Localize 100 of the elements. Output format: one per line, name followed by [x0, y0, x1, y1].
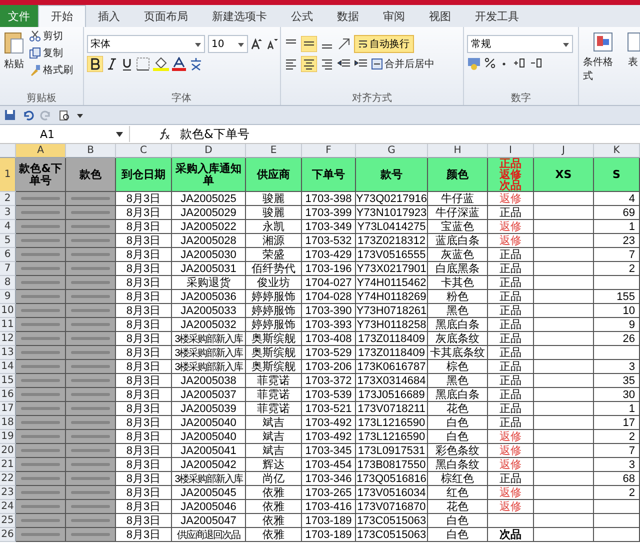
- ribbon-tab[interactable]: 开发工具: [463, 5, 531, 27]
- row-header[interactable]: 1: [0, 158, 16, 192]
- row-header[interactable]: 15: [0, 374, 16, 388]
- function-icon[interactable]: [158, 128, 170, 140]
- row-header[interactable]: 21: [0, 458, 16, 472]
- column-header[interactable]: C: [116, 144, 172, 158]
- number-format-field[interactable]: 常规: [467, 35, 574, 53]
- increase-decimal-icon[interactable]: [512, 57, 526, 69]
- table-cell: 173X0314684: [356, 374, 428, 388]
- table-cell: 3楼采购部新入库: [172, 346, 246, 360]
- column-header[interactable]: K: [594, 144, 640, 158]
- underline-icon[interactable]: [120, 57, 133, 71]
- column-header[interactable]: J: [534, 144, 594, 158]
- file-tab[interactable]: 文件: [0, 5, 38, 27]
- decrease-decimal-icon[interactable]: [529, 57, 544, 69]
- ribbon-tab[interactable]: 新建选项卡: [200, 5, 279, 27]
- row-header[interactable]: 3: [0, 206, 16, 220]
- row-header[interactable]: 11: [0, 318, 16, 332]
- row-header[interactable]: 12: [0, 332, 16, 346]
- table-cell: 8月3日: [116, 262, 172, 276]
- ribbon-tab[interactable]: 开始: [38, 5, 86, 27]
- column-header[interactable]: A: [16, 144, 66, 158]
- table-cell: 次品: [488, 528, 534, 542]
- font-color-icon[interactable]: [172, 57, 186, 71]
- ribbon-tab[interactable]: 审阅: [371, 5, 417, 27]
- header-cell: 下单号: [302, 158, 356, 192]
- header-cell: 供应商: [246, 158, 302, 192]
- row-header[interactable]: 18: [0, 416, 16, 430]
- ribbon-tab[interactable]: 页面布局: [132, 5, 200, 27]
- blurred-text: [20, 239, 60, 242]
- row-header[interactable]: 24: [0, 500, 16, 514]
- table-cell: 卡其色: [428, 276, 488, 290]
- row-header[interactable]: 9: [0, 290, 16, 304]
- blurred-text: [70, 309, 110, 312]
- align-right-icon[interactable]: [320, 57, 334, 71]
- formula-bar-text[interactable]: 款色&下单号: [180, 126, 250, 142]
- name-box[interactable]: A1: [0, 126, 130, 142]
- row-header[interactable]: 13: [0, 346, 16, 360]
- row-header[interactable]: 7: [0, 262, 16, 276]
- row-header[interactable]: 22: [0, 472, 16, 486]
- phonetic-icon[interactable]: [188, 57, 203, 71]
- column-header[interactable]: H: [428, 144, 488, 158]
- column-header[interactable]: G: [356, 144, 428, 158]
- row-header[interactable]: 25: [0, 514, 16, 528]
- align-left-icon[interactable]: [284, 57, 298, 71]
- cut-button[interactable]: 剪切: [29, 29, 73, 43]
- column-header[interactable]: B: [66, 144, 116, 158]
- bold-icon[interactable]: [86, 56, 103, 72]
- dropdown-caret-icon[interactable]: [76, 111, 84, 119]
- font-size-field[interactable]: 10: [208, 35, 248, 53]
- wrap-text-button[interactable]: 自动换行: [354, 35, 414, 53]
- table-cell: 17: [594, 416, 640, 430]
- ribbon-tab[interactable]: 插入: [86, 5, 132, 27]
- row-header[interactable]: 20: [0, 444, 16, 458]
- row-header[interactable]: 4: [0, 220, 16, 234]
- row-header[interactable]: 14: [0, 360, 16, 374]
- save-icon[interactable]: [4, 109, 16, 121]
- column-header[interactable]: F: [302, 144, 356, 158]
- fill-bucket-icon[interactable]: [152, 57, 169, 71]
- ribbon-tab[interactable]: 公式: [279, 5, 325, 27]
- column-header[interactable]: E: [246, 144, 302, 158]
- column-header[interactable]: D: [172, 144, 246, 158]
- table-cell: 辉达: [246, 458, 302, 472]
- shrink-font-icon[interactable]: [266, 38, 278, 50]
- column-header[interactable]: I: [488, 144, 534, 158]
- row-header[interactable]: 2: [0, 192, 16, 206]
- format-painter-button[interactable]: 格式刷: [29, 63, 73, 77]
- paste-button[interactable]: 粘贴: [3, 29, 25, 91]
- percent-icon[interactable]: [484, 57, 496, 69]
- empty-cell: [534, 220, 594, 234]
- italic-icon[interactable]: [106, 57, 118, 71]
- grow-font-icon[interactable]: [250, 38, 263, 50]
- row-header[interactable]: 8: [0, 276, 16, 290]
- conditional-format-button[interactable]: 条件格式: [579, 31, 622, 83]
- row-header[interactable]: 17: [0, 402, 16, 416]
- table-cell: 斌吉: [246, 430, 302, 444]
- table-cell: 8月3日: [116, 444, 172, 458]
- table-cell: Y74H0118269: [356, 290, 428, 304]
- row-header[interactable]: 6: [0, 248, 16, 262]
- print-preview-icon[interactable]: [58, 109, 70, 121]
- row-header[interactable]: 19: [0, 430, 16, 444]
- row-header[interactable]: 5: [0, 234, 16, 248]
- table-cell: 173K0616787: [356, 360, 428, 374]
- align-center-icon[interactable]: [300, 56, 317, 72]
- row-header[interactable]: 16: [0, 388, 16, 402]
- blurred-text: [20, 225, 60, 228]
- ribbon-tab[interactable]: 视图: [417, 5, 463, 27]
- border-icon[interactable]: [136, 57, 150, 71]
- table-cell: JA2005022: [172, 220, 246, 234]
- row-header[interactable]: 23: [0, 486, 16, 500]
- ribbon-tab[interactable]: 数据: [325, 5, 371, 27]
- font-name-field[interactable]: 宋体: [86, 35, 205, 53]
- undo-icon[interactable]: [22, 109, 34, 121]
- row-header[interactable]: 26: [0, 528, 16, 542]
- merge-center-button[interactable]: 合并后居中: [370, 57, 435, 71]
- table-format-button[interactable]: 表: [626, 31, 640, 69]
- align-middle-icon[interactable]: [300, 36, 317, 52]
- copy-button[interactable]: 复制: [29, 46, 73, 60]
- row-header[interactable]: 10: [0, 304, 16, 318]
- text-orientation-icon[interactable]: [336, 37, 351, 51]
